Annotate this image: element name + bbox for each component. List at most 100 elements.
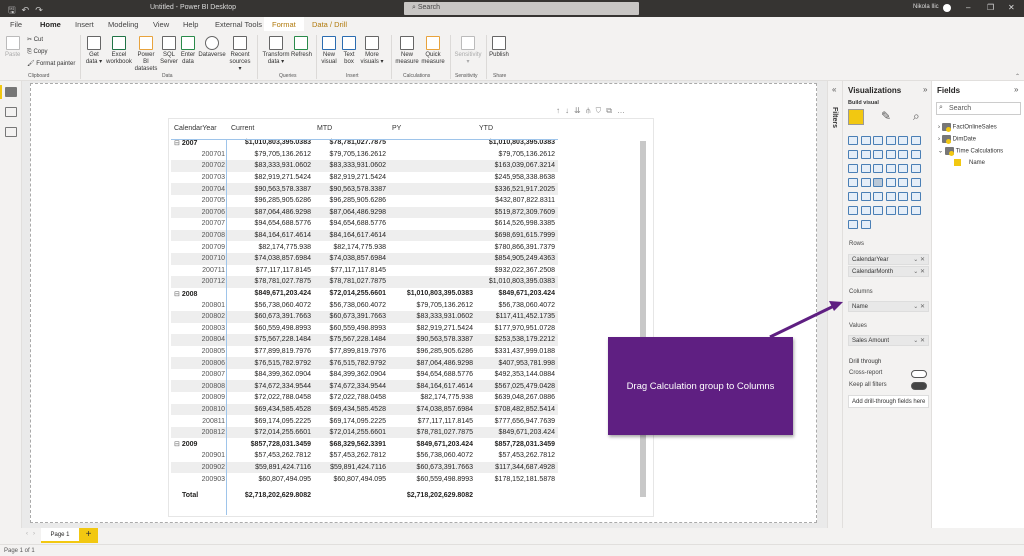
total-row[interactable]: Total $2,718,202,629.8082 $2,718,202,629.8…: [171, 485, 558, 507]
collapse-icon[interactable]: ⊟: [174, 140, 182, 147]
tab-format[interactable]: Format: [264, 17, 304, 31]
minimize-icon[interactable]: –: [966, 3, 970, 12]
column-header[interactable]: Current: [228, 119, 314, 137]
month-row[interactable]: 200706 $87,064,486.9298 $87,064,486.9298 $5…: [171, 206, 558, 219]
dataverse-button[interactable]: Dataverse: [198, 36, 226, 59]
transform-data-button[interactable]: Transform data ▾: [262, 36, 290, 66]
row-header[interactable]: ⊟ 2008: [171, 288, 228, 300]
tab-external-tools[interactable]: External Tools: [215, 20, 262, 29]
month-row[interactable]: 200701 $79,705,136.2612 $79,705,136.2612 $7…: [171, 149, 558, 161]
visual-type-icon[interactable]: [848, 192, 858, 201]
column-header[interactable]: CalendarYear: [171, 119, 228, 137]
values-field-sales-amount[interactable]: Sales Amount ⌄ ✕: [848, 335, 929, 346]
visual-type-icon[interactable]: [873, 206, 883, 215]
row-header[interactable]: 200811: [171, 415, 228, 427]
row-header[interactable]: 200710: [171, 252, 228, 265]
restore-icon[interactable]: ❐: [987, 3, 994, 12]
cut-button[interactable]: ✂ Cut: [27, 37, 43, 44]
row-header[interactable]: 200801: [171, 299, 228, 311]
copy-button[interactable]: ⎘ Copy: [27, 49, 47, 56]
visual-type-icon[interactable]: [885, 164, 896, 173]
month-row[interactable]: 200709 $82,174,775.938 $82,174,775.938 $780…: [171, 241, 558, 253]
row-header[interactable]: 200712: [171, 276, 228, 288]
month-row[interactable]: 200902 $59,891,424.7116 $59,891,424.7116 $6…: [171, 461, 558, 474]
month-row[interactable]: 200808 $74,672,334.9544 $74,672,334.9544 $8…: [171, 380, 558, 393]
month-row[interactable]: 200812 $72,014,255.6601 $72,014,255.6601 $7…: [171, 426, 558, 439]
year-row[interactable]: ⊟ 2009 $857,728,031.3459 $68,329,562.3391 $…: [171, 438, 558, 450]
new-visual-button[interactable]: New visual: [321, 36, 337, 66]
month-row[interactable]: 200805 $77,899,819.7976 $77,899,819.7976 $9…: [171, 346, 558, 358]
build-visual-tab[interactable]: [848, 109, 864, 125]
row-header[interactable]: 200803: [171, 323, 228, 335]
visual-type-icon[interactable]: [873, 150, 883, 159]
visual-type-icon[interactable]: [860, 136, 871, 145]
column-header[interactable]: MTD: [314, 119, 389, 137]
matrix-visual[interactable]: CalendarYear Current MTD PY YTD ⊟ 2007 $1…: [168, 118, 654, 517]
add-page-button[interactable]: +: [79, 528, 98, 543]
collapse-ribbon-icon[interactable]: ⌃: [1015, 73, 1020, 80]
row-header[interactable]: 200707: [171, 218, 228, 230]
analytics-tab[interactable]: ⌕: [913, 109, 929, 125]
row-header[interactable]: 200901: [171, 450, 228, 462]
visual-type-icon[interactable]: [873, 192, 883, 201]
more-options-icon[interactable]: …: [617, 106, 630, 115]
visual-type-icon[interactable]: [898, 192, 908, 201]
visual-type-icon[interactable]: [860, 220, 871, 229]
prev-page-icon[interactable]: ‹: [26, 531, 28, 537]
month-row[interactable]: 200809 $72,022,788.0458 $72,022,788.0458 $8…: [171, 392, 558, 404]
more-visuals-button[interactable]: More visuals ▾: [360, 36, 384, 66]
month-row[interactable]: 200710 $74,038,857.6984 $74,038,857.6984 $8…: [171, 252, 558, 265]
quick-measure-button[interactable]: Quick measure: [421, 36, 445, 66]
month-row[interactable]: 200711 $77,117,117.8145 $77,117,117.8145 $9…: [171, 265, 558, 277]
visual-type-icon[interactable]: [873, 136, 883, 145]
visual-type-icon[interactable]: [910, 192, 921, 201]
month-row[interactable]: 200810 $69,434,585.4528 $69,434,585.4528 $7…: [171, 403, 558, 416]
visual-type-icon[interactable]: [848, 164, 858, 173]
month-row[interactable]: 200802 $60,673,391.7663 $60,673,391.7663 $8…: [171, 310, 558, 323]
month-row[interactable]: 200901 $57,453,262.7812 $57,453,262.7812 $5…: [171, 450, 558, 462]
page-tab-1[interactable]: Page 1: [41, 528, 79, 543]
chevron-down-icon[interactable]: ⌄: [938, 149, 945, 155]
row-header[interactable]: 200705: [171, 195, 228, 207]
row-header[interactable]: ⊟ 2009: [171, 438, 228, 450]
tab-file[interactable]: File: [10, 20, 22, 29]
avatar[interactable]: [943, 4, 951, 12]
month-row[interactable]: 200704 $90,563,578.3387 $90,563,578.3387 $3…: [171, 183, 558, 195]
visual-type-icon[interactable]: [860, 178, 871, 187]
publish-button[interactable]: Publish: [489, 36, 509, 59]
visual-type-icon[interactable]: [885, 150, 896, 159]
visual-type-icon[interactable]: [885, 206, 896, 215]
tab-view[interactable]: View: [153, 20, 169, 29]
fields-search-input[interactable]: Search: [936, 102, 1021, 115]
month-row[interactable]: 200702 $83,333,931.0602 $83,333,931.0602 $1…: [171, 160, 558, 172]
vertical-scrollbar[interactable]: [639, 133, 647, 509]
row-header[interactable]: 200708: [171, 229, 228, 242]
remove-field-icon[interactable]: ⌄ ✕: [913, 268, 925, 275]
column-header[interactable]: YTD: [476, 119, 558, 137]
power-bi-datasets-button[interactable]: Power BI datasets: [134, 36, 158, 73]
keep-all-filters-toggle[interactable]: [911, 382, 927, 390]
collapse-icon[interactable]: ⊟: [174, 291, 182, 298]
visual-type-icon[interactable]: [848, 136, 858, 145]
new-measure-button[interactable]: New measure: [395, 36, 419, 66]
month-row[interactable]: 200712 $78,781,027.7875 $78,781,027.7875 $1…: [171, 276, 558, 288]
visual-type-icon[interactable]: [910, 164, 921, 173]
tab-help[interactable]: Help: [183, 20, 198, 29]
visual-type-icon[interactable]: [910, 150, 921, 159]
row-header[interactable]: 200702: [171, 160, 228, 172]
search-box[interactable]: ⌕ Search: [404, 2, 639, 15]
column-header[interactable]: PY: [389, 119, 476, 137]
row-header[interactable]: 200805: [171, 346, 228, 358]
rows-field-calendaryear[interactable]: CalendarYear ⌄ ✕: [848, 254, 929, 265]
row-header[interactable]: 200809: [171, 392, 228, 404]
month-row[interactable]: 200708 $84,164,617.4614 $84,164,617.4614 $6…: [171, 229, 558, 242]
visual-type-icon[interactable]: [885, 136, 896, 145]
checkbox-checked-icon[interactable]: [954, 159, 961, 166]
row-header[interactable]: 200808: [171, 380, 228, 393]
visual-type-icon[interactable]: [848, 206, 858, 215]
next-page-icon[interactable]: ›: [33, 531, 35, 537]
month-row[interactable]: 200807 $84,399,362.0904 $84,399,362.0904 $9…: [171, 369, 558, 381]
tab-home[interactable]: Home: [40, 20, 61, 33]
filters-pane-collapsed[interactable]: « Filters: [827, 81, 843, 528]
expand-filters-icon[interactable]: «: [832, 85, 836, 94]
